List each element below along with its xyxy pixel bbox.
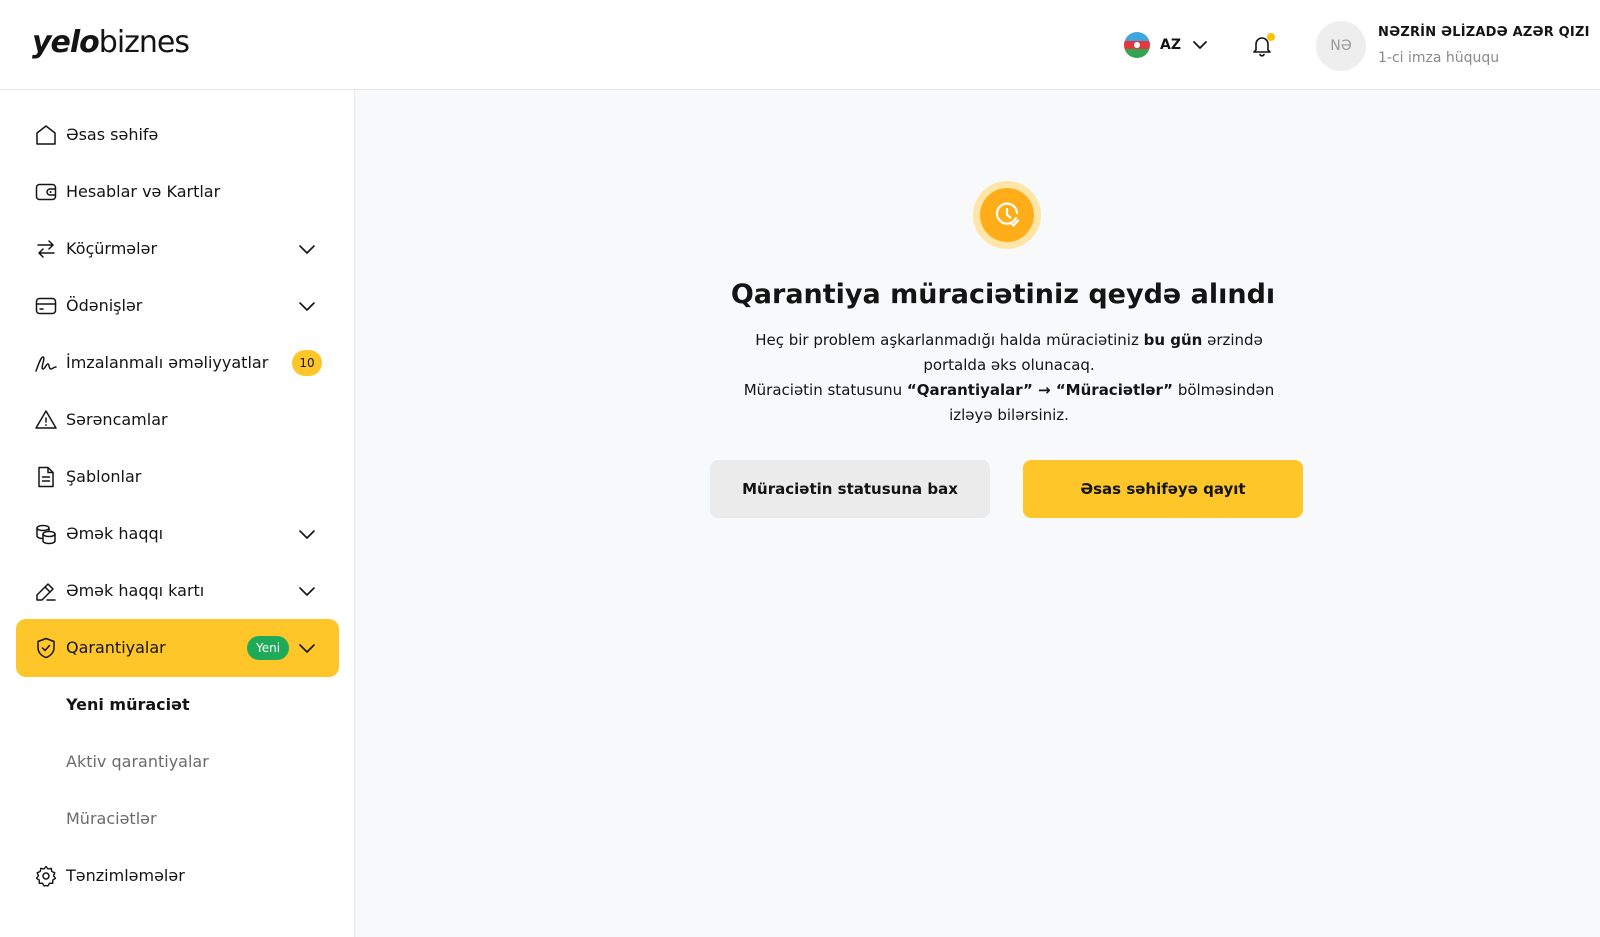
pending-status-icon bbox=[973, 181, 1041, 249]
sidebar-item-salary-card[interactable]: Əmək haqqı kartı bbox=[16, 562, 339, 620]
sidebar-item-label: Əmək haqqı bbox=[66, 524, 164, 543]
description-highlight: bu gün bbox=[1143, 331, 1203, 349]
notification-bell-icon[interactable] bbox=[1248, 31, 1276, 59]
sidebar-item-label: Hesablar və Kartlar bbox=[66, 182, 221, 201]
sidebar-item-accounts[interactable]: Hesablar və Kartlar bbox=[16, 163, 339, 221]
page-title: Qarantiya müraciətiniz qeydə alındı bbox=[730, 279, 1276, 310]
count-badge: 10 bbox=[292, 350, 322, 376]
sidebar: Əsas səhifə Hesablar və Kartlar Köçürməl… bbox=[0, 90, 355, 937]
description-text: Heç bir problem aşkarlanmadığı halda mür… bbox=[755, 331, 1144, 349]
document-icon bbox=[38, 466, 54, 488]
sidebar-item-settings[interactable]: Tənzimləmələr bbox=[16, 847, 339, 905]
sidebar-subitem-applications[interactable]: Müraciətlər bbox=[66, 790, 157, 848]
logo-text-light: biznes bbox=[98, 25, 190, 60]
sidebar-item-templates[interactable]: Şablonlar bbox=[16, 448, 339, 506]
sidebar-item-orders[interactable]: Sərəncamlar bbox=[16, 391, 339, 449]
card-icon bbox=[35, 297, 57, 315]
signature-icon bbox=[35, 356, 57, 372]
sidebar-item-label: Sərəncamlar bbox=[66, 410, 168, 429]
avatar[interactable]: NƏ bbox=[1316, 21, 1366, 71]
sidebar-item-pending-signatures[interactable]: İmzalanmalı əməliyyatlar 10 bbox=[16, 334, 339, 392]
chevron-down-icon bbox=[299, 302, 315, 311]
sidebar-item-salary[interactable]: Əmək haqqı bbox=[16, 505, 339, 563]
sidebar-item-home[interactable]: Əsas səhifə bbox=[16, 106, 339, 164]
description: Heç bir problem aşkarlanmadığı halda mür… bbox=[735, 328, 1283, 428]
back-to-home-button[interactable]: Əsas səhifəyə qayıt bbox=[1023, 460, 1303, 518]
logo-text-bold: yelo bbox=[32, 25, 100, 60]
sidebar-subitem-new-application[interactable]: Yeni müraciət bbox=[66, 676, 190, 734]
sidebar-item-label: Tənzimləmələr bbox=[66, 866, 185, 885]
notification-dot bbox=[1267, 33, 1275, 41]
description-text: Müraciətin statusunu bbox=[743, 381, 907, 399]
user-name: NƏZRİN ƏLİZADƏ AZƏR QIZI bbox=[1378, 25, 1590, 40]
transfer-icon bbox=[37, 240, 55, 258]
sidebar-item-payments[interactable]: Ödənişlər bbox=[16, 277, 339, 335]
home-icon bbox=[36, 125, 56, 145]
sidebar-item-label: Əsas səhifə bbox=[66, 125, 159, 144]
shield-check-icon bbox=[37, 637, 55, 659]
main-content: Qarantiya müraciətiniz qeydə alındı Heç … bbox=[355, 90, 1600, 937]
sidebar-item-label: Köçürmələr bbox=[66, 239, 158, 258]
azerbaijan-flag-icon bbox=[1124, 32, 1150, 58]
warning-icon bbox=[35, 410, 57, 429]
chevron-down-icon bbox=[299, 245, 315, 254]
sidebar-item-transfers[interactable]: Köçürmələr bbox=[16, 220, 339, 278]
clock-check-icon bbox=[995, 202, 1020, 227]
new-badge: Yeni bbox=[247, 636, 289, 660]
sidebar-item-label: Ödənişlər bbox=[66, 296, 143, 315]
chevron-down-icon bbox=[299, 530, 315, 539]
sidebar-item-label: Şablonlar bbox=[66, 467, 142, 486]
top-header: yelobiznes AZ NƏ NƏZRİN ƏLİZADƏ AZƏR QIZ… bbox=[0, 0, 1600, 90]
chevron-down-icon bbox=[1193, 41, 1207, 49]
chevron-down-icon bbox=[299, 587, 315, 596]
description-highlight: “Qarantiyalar” → “Müraciətlər” bbox=[906, 381, 1174, 399]
logo[interactable]: yelobiznes bbox=[32, 25, 190, 60]
user-role: 1-ci imza hüququ bbox=[1378, 50, 1500, 66]
view-status-button[interactable]: Müraciətin statusuna bax bbox=[710, 460, 990, 518]
sidebar-item-guarantees[interactable]: Qarantiyalar Yeni bbox=[16, 619, 339, 677]
sidebar-item-label: Qarantiyalar bbox=[66, 638, 166, 657]
sidebar-subitem-active-guarantees[interactable]: Aktiv qarantiyalar bbox=[66, 733, 209, 791]
sidebar-item-label: Əmək haqqı kartı bbox=[66, 581, 205, 600]
language-selector[interactable]: AZ bbox=[1124, 32, 1209, 58]
wallet-icon bbox=[35, 183, 57, 201]
edit-card-icon bbox=[36, 583, 56, 601]
coins-icon bbox=[36, 524, 56, 545]
gear-icon bbox=[35, 865, 57, 887]
chevron-down-icon bbox=[299, 644, 315, 653]
language-code: AZ bbox=[1160, 37, 1181, 53]
sidebar-item-label: İmzalanmalı əməliyyatlar bbox=[66, 353, 269, 372]
